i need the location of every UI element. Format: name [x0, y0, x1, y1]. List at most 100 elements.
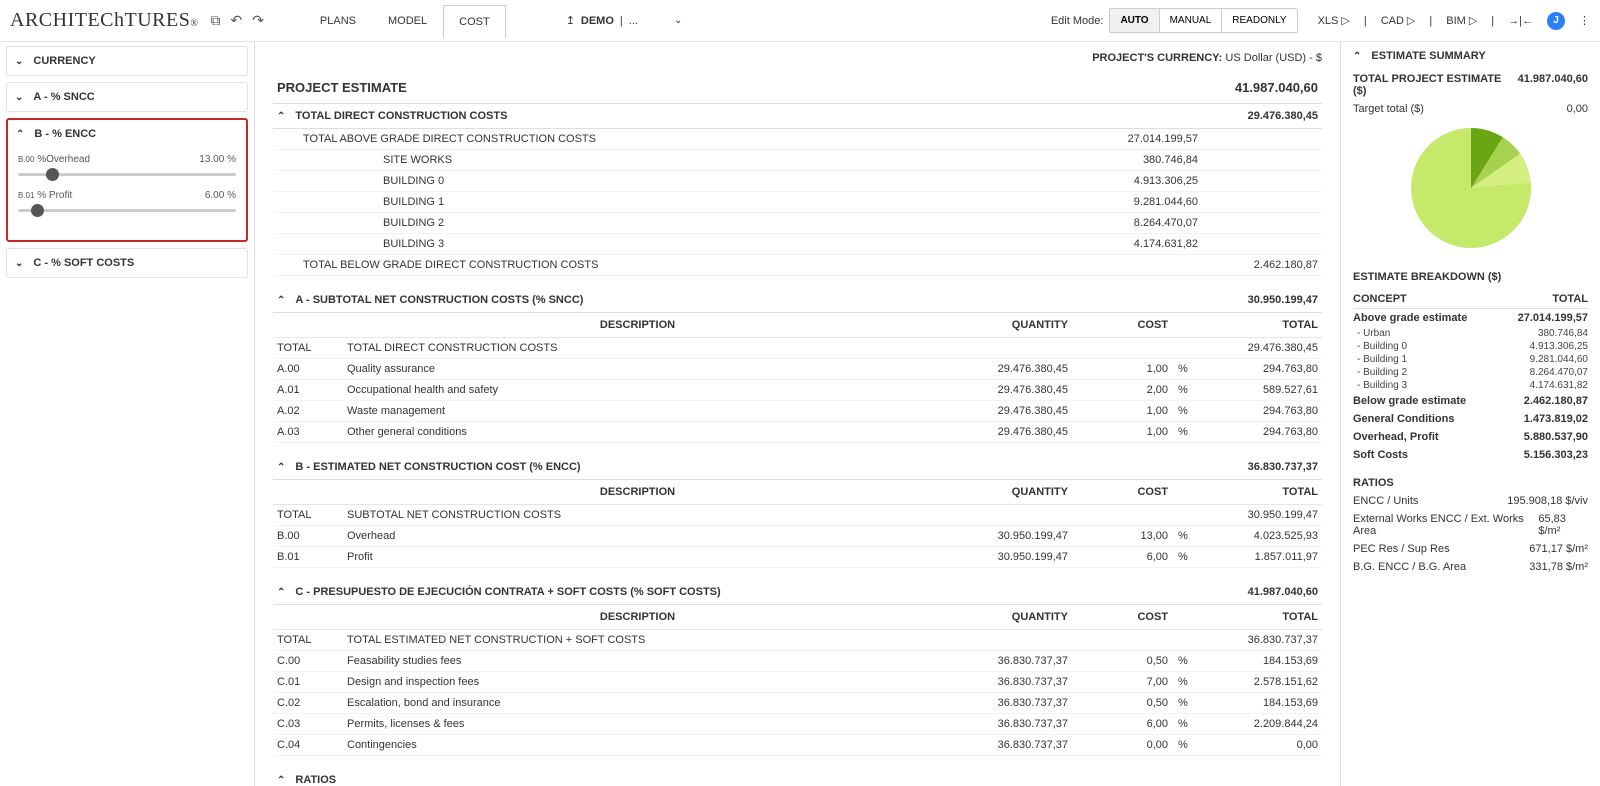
slider-overhead-thumb[interactable] — [46, 168, 59, 181]
block-ratios: ⌃ RATIOS — [273, 768, 1322, 786]
row-code: C.01 — [273, 672, 343, 693]
panel-currency[interactable]: ⌄CURRENCY — [6, 46, 248, 76]
summary-row-value: 380.746,84 — [1538, 328, 1588, 339]
ratio-label: External Works ENCC / Ext. Works Area — [1353, 513, 1538, 537]
row-code: B.01 — [273, 547, 343, 568]
editmode-auto[interactable]: AUTO — [1110, 9, 1158, 32]
slider-profit-thumb[interactable] — [31, 204, 44, 217]
undo-icon[interactable]: ↶ — [230, 12, 242, 29]
tab-cost[interactable]: COST — [443, 5, 506, 39]
row-desc: Quality assurance — [343, 359, 932, 380]
row-cost: 6,00 — [1072, 547, 1172, 568]
row-cost: 6,00 — [1072, 714, 1172, 735]
slider-overhead-track[interactable] — [18, 173, 236, 176]
summary-row-label: Building 3 — [1353, 380, 1407, 391]
pie-chart — [1411, 128, 1531, 248]
row-total: 184.153,69 — [1202, 651, 1322, 672]
row-total: 2.578.151,62 — [1202, 672, 1322, 693]
editmode-group: AUTO MANUAL READONLY — [1109, 8, 1297, 33]
tab-model[interactable]: MODEL — [372, 4, 443, 38]
chevron-up-icon: ⌃ — [1353, 51, 1361, 62]
row-code: C.04 — [273, 735, 343, 756]
row-unit: % — [1172, 422, 1202, 443]
row-cost: 0,00 — [1072, 735, 1172, 756]
chevron-up-icon: ⌃ — [277, 587, 285, 598]
demo-ellipsis: ... — [629, 15, 638, 27]
chevron-down-icon: ⌄ — [15, 56, 23, 67]
summary-target-label: Target total ($) — [1353, 103, 1424, 115]
summary-row-value: 4.174.631,82 — [1530, 380, 1588, 391]
block-b-head[interactable]: ⌃ B - ESTIMATED NET CONSTRUCTION COST (%… — [273, 455, 1322, 480]
row-qty: 29.476.380,45 — [932, 359, 1072, 380]
summary-row-label: Below grade estimate — [1353, 395, 1466, 407]
row-cost: 1,00 — [1072, 359, 1172, 380]
slider-overhead-code: B.00 — [18, 155, 34, 164]
demo-selector[interactable]: ↥ DEMO | ... ⌄ — [566, 14, 683, 27]
row-total: 4.023.525,93 — [1202, 526, 1322, 547]
row-cost: 7,00 — [1072, 672, 1172, 693]
row-cost: 1,00 — [1072, 422, 1172, 443]
block-c-head[interactable]: ⌃ C - PRESUPUESTO DE EJECUCIÓN CONTRATA … — [273, 580, 1322, 605]
summary-row-label: Overhead, Profit — [1353, 431, 1439, 443]
row-cost: 0,50 — [1072, 651, 1172, 672]
ratio-value: 671,17 $/m² — [1529, 543, 1588, 555]
row-unit: % — [1172, 547, 1202, 568]
panel-soft[interactable]: ⌄C - % SOFT COSTS — [6, 248, 248, 278]
direct-row-label: SITE WORKS — [273, 150, 1024, 171]
chevron-down-icon: ⌄ — [15, 258, 23, 269]
block-a: ⌃ A - SUBTOTAL NET CONSTRUCTION COSTS (%… — [273, 288, 1322, 443]
row-code: A.03 — [273, 422, 343, 443]
row-code: C.03 — [273, 714, 343, 735]
row-qty: 29.476.380,45 — [932, 380, 1072, 401]
chevron-up-icon: ⌃ — [16, 129, 24, 140]
slider-profit-value: 6.00 — [205, 190, 224, 201]
below-grade-total: 2.462.180,87 — [1202, 255, 1322, 276]
currency-line: PROJECT'S CURRENCY: US Dollar (USD) - $ — [273, 52, 1322, 64]
slider-profit-track[interactable] — [18, 209, 236, 212]
panel-sncc[interactable]: ⌄A - % SNCC — [6, 82, 248, 112]
summary-row-value: 1.473.819,02 — [1524, 413, 1588, 425]
editmode-readonly[interactable]: READONLY — [1221, 9, 1296, 32]
layout-icon[interactable]: ⧉ — [210, 12, 220, 29]
direct-row-value: 380.746,84 — [1042, 150, 1202, 171]
upload-icon: ↥ — [566, 14, 575, 27]
menu-icon[interactable]: ⋮ — [1579, 14, 1590, 27]
export-cad[interactable]: CAD ▷ — [1381, 14, 1416, 27]
summary-row-value: 5.880.537,90 — [1524, 431, 1588, 443]
summary-row-value: 5.156.303,23 — [1524, 449, 1588, 461]
summary-ratios-title: RATIOS — [1353, 477, 1394, 489]
row-desc: Feasability studies fees — [343, 651, 932, 672]
avatar[interactable]: J — [1547, 12, 1565, 30]
block-ratios-head[interactable]: ⌃ RATIOS — [273, 768, 1322, 786]
top-tool-icons: ⧉ ↶ ↷ — [210, 12, 263, 29]
block-a-head[interactable]: ⌃ A - SUBTOTAL NET CONSTRUCTION COSTS (%… — [273, 288, 1322, 313]
summary-title[interactable]: ⌃ESTIMATE SUMMARY — [1353, 50, 1588, 62]
row-total: 2.209.844,24 — [1202, 714, 1322, 735]
redo-icon[interactable]: ↷ — [252, 12, 264, 29]
block-direct-head[interactable]: ⌃ TOTAL DIRECT CONSTRUCTION COSTS 29.476… — [273, 104, 1322, 129]
slider-profit-label: % Profit — [37, 190, 72, 201]
block-c: ⌃ C - PRESUPUESTO DE EJECUCIÓN CONTRATA … — [273, 580, 1322, 756]
row-total: 0,00 — [1202, 735, 1322, 756]
editmode-manual[interactable]: MANUAL — [1159, 9, 1222, 32]
export-bim[interactable]: BIM ▷ — [1446, 14, 1477, 27]
ratio-value: 195.908,18 $/viv — [1507, 495, 1588, 507]
export-xls[interactable]: XLS ▷ — [1318, 14, 1350, 27]
row-unit: % — [1172, 735, 1202, 756]
direct-row-value: 4.174.631,82 — [1042, 234, 1202, 255]
row-qty: 36.830.737,37 — [932, 735, 1072, 756]
chevron-down-icon: ⌄ — [674, 15, 682, 26]
direct-table: TOTAL ABOVE GRADE DIRECT CONSTRUCTION CO… — [273, 129, 1322, 276]
summary-row-value: 8.264.470,07 — [1530, 367, 1588, 378]
chevron-up-icon: ⌃ — [277, 775, 285, 786]
direct-row-label: BUILDING 2 — [273, 213, 1024, 234]
panel-encc-head[interactable]: ⌃B - % ENCC — [8, 120, 246, 148]
summary-row-label: Building 2 — [1353, 367, 1407, 378]
row-total: 294.763,80 — [1202, 359, 1322, 380]
direct-row-value: 9.281.044,60 — [1042, 192, 1202, 213]
chevron-up-icon: ⌃ — [277, 462, 285, 473]
topbar: ARCHITEChTURES® ⧉ ↶ ↷ PLANS MODEL COST ↥… — [0, 0, 1600, 42]
settings-icon[interactable]: →|← — [1508, 15, 1533, 27]
row-desc: Occupational health and safety — [343, 380, 932, 401]
tab-plans[interactable]: PLANS — [304, 4, 372, 38]
